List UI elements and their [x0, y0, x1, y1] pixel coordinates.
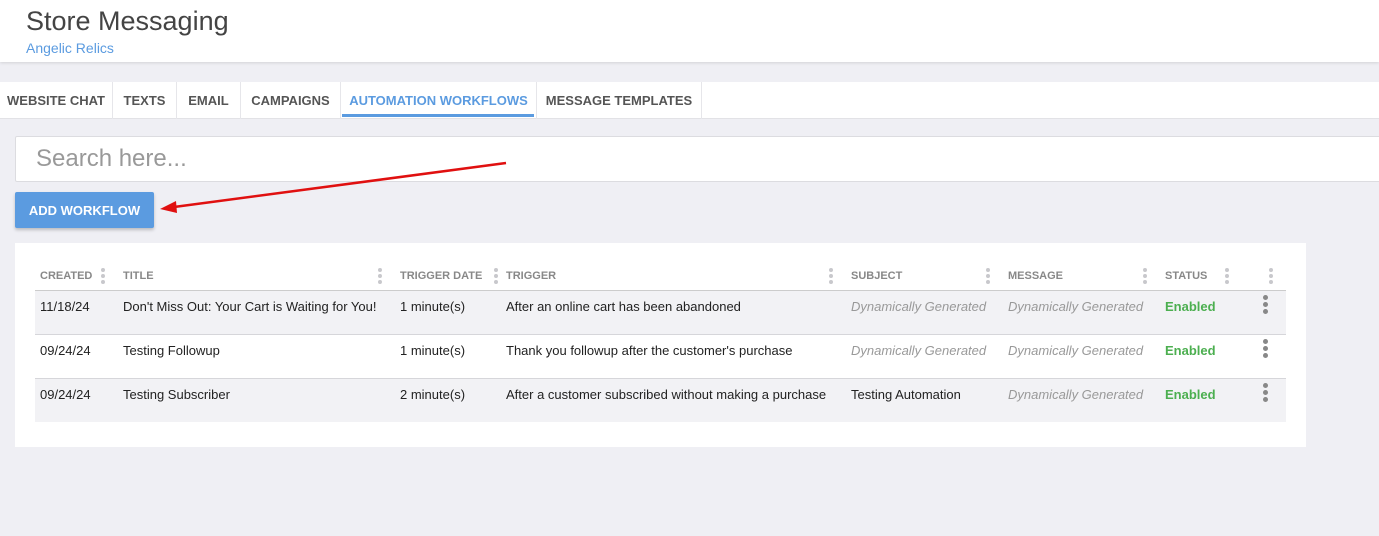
- table-row[interactable]: 09/24/24 Testing Subscriber 2 minute(s) …: [35, 378, 1286, 422]
- column-drag-handle-icon[interactable]: [986, 268, 991, 286]
- cell-created: 09/24/24: [35, 378, 118, 422]
- more-options-icon[interactable]: [1263, 382, 1269, 404]
- tab-bar: WEBSITE CHAT TEXTS EMAIL CAMPAIGNS AUTOM…: [0, 82, 1379, 119]
- tab-website-chat[interactable]: WEBSITE CHAT: [0, 82, 113, 119]
- column-header-actions: [1250, 263, 1286, 291]
- more-options-icon[interactable]: [1263, 294, 1269, 316]
- cell-actions: [1250, 334, 1286, 379]
- column-drag-handle-icon[interactable]: [101, 268, 106, 286]
- tab-email[interactable]: EMAIL: [177, 82, 241, 119]
- column-header-label: STATUS: [1165, 270, 1208, 283]
- cell-message: Dynamically Generated: [1003, 378, 1160, 422]
- page-title: Store Messaging: [26, 6, 229, 36]
- tab-message-templates[interactable]: MESSAGE TEMPLATES: [537, 82, 702, 119]
- cell-status: Enabled: [1160, 378, 1250, 422]
- column-header-label: CREATED: [40, 270, 93, 283]
- table-row[interactable]: 11/18/24 Don't Miss Out: Your Cart is Wa…: [35, 290, 1286, 335]
- table-header-row: CREATED TITLE TRIGGER DATE TRIGGER SUBJE…: [35, 263, 1286, 291]
- column-header-label: TITLE: [123, 270, 154, 283]
- column-drag-handle-icon[interactable]: [494, 268, 499, 286]
- cell-message: Dynamically Generated: [1003, 334, 1160, 379]
- workflow-table: CREATED TITLE TRIGGER DATE TRIGGER SUBJE…: [35, 263, 1286, 422]
- tab-label: WEBSITE CHAT: [7, 93, 105, 108]
- tab-campaigns[interactable]: CAMPAIGNS: [241, 82, 341, 119]
- tab-automation-workflows[interactable]: AUTOMATION WORKFLOWS: [341, 82, 537, 119]
- column-header-label: SUBJECT: [851, 270, 903, 283]
- tab-label: AUTOMATION WORKFLOWS: [349, 93, 528, 108]
- column-drag-handle-icon[interactable]: [829, 268, 834, 286]
- add-workflow-button[interactable]: ADD WORKFLOW: [15, 192, 154, 228]
- active-tab-indicator: [342, 114, 534, 117]
- column-header-label: TRIGGER: [506, 270, 557, 283]
- column-header-label: MESSAGE: [1008, 270, 1064, 283]
- page-header: Store Messaging Angelic Relics: [0, 0, 1379, 62]
- cell-message: Dynamically Generated: [1003, 290, 1160, 335]
- cell-created: 11/18/24: [35, 290, 118, 335]
- cell-created: 09/24/24: [35, 334, 118, 379]
- column-drag-handle-icon[interactable]: [1225, 268, 1230, 286]
- column-header-message[interactable]: MESSAGE: [1003, 263, 1160, 291]
- workflow-table-card: CREATED TITLE TRIGGER DATE TRIGGER SUBJE…: [15, 243, 1306, 447]
- cell-title[interactable]: Testing Followup: [118, 334, 395, 379]
- more-options-icon[interactable]: [1263, 338, 1269, 360]
- column-header-label: TRIGGER DATE: [400, 270, 483, 283]
- tab-label: CAMPAIGNS: [251, 93, 330, 108]
- cell-subject: Testing Automation: [846, 378, 1003, 422]
- tab-label: EMAIL: [188, 93, 229, 108]
- column-header-trigger[interactable]: TRIGGER: [501, 263, 846, 291]
- search-input[interactable]: [15, 136, 1379, 182]
- cell-actions: [1250, 290, 1286, 335]
- cell-title[interactable]: Testing Subscriber: [118, 378, 395, 422]
- cell-subject: Dynamically Generated: [846, 334, 1003, 379]
- column-header-status[interactable]: STATUS: [1160, 263, 1250, 291]
- column-drag-handle-icon[interactable]: [1143, 268, 1148, 286]
- tab-texts[interactable]: TEXTS: [113, 82, 177, 119]
- cell-trigger: Thank you followup after the customer's …: [501, 334, 846, 379]
- annotation-arrow-head: [160, 201, 177, 213]
- table-row[interactable]: 09/24/24 Testing Followup 1 minute(s) Th…: [35, 334, 1286, 379]
- column-drag-handle-icon[interactable]: [1269, 268, 1274, 286]
- cell-actions: [1250, 378, 1286, 422]
- column-header-subject[interactable]: SUBJECT: [846, 263, 1003, 291]
- column-drag-handle-icon[interactable]: [378, 268, 383, 286]
- cell-trigger-date: 1 minute(s): [395, 290, 501, 335]
- cell-trigger: After an online cart has been abandoned: [501, 290, 846, 335]
- cell-status: Enabled: [1160, 290, 1250, 335]
- column-header-title[interactable]: TITLE: [118, 263, 395, 291]
- tab-label: MESSAGE TEMPLATES: [545, 93, 693, 108]
- column-header-created[interactable]: CREATED: [35, 263, 118, 291]
- store-name: Angelic Relics: [26, 40, 114, 56]
- cell-trigger: After a customer subscribed without maki…: [501, 378, 846, 422]
- cell-status: Enabled: [1160, 334, 1250, 379]
- cell-trigger-date: 1 minute(s): [395, 334, 501, 379]
- tab-label: TEXTS: [123, 93, 166, 108]
- cell-trigger-date: 2 minute(s): [395, 378, 501, 422]
- column-header-trigger-date[interactable]: TRIGGER DATE: [395, 263, 501, 291]
- cell-subject: Dynamically Generated: [846, 290, 1003, 335]
- cell-title[interactable]: Don't Miss Out: Your Cart is Waiting for…: [118, 290, 395, 335]
